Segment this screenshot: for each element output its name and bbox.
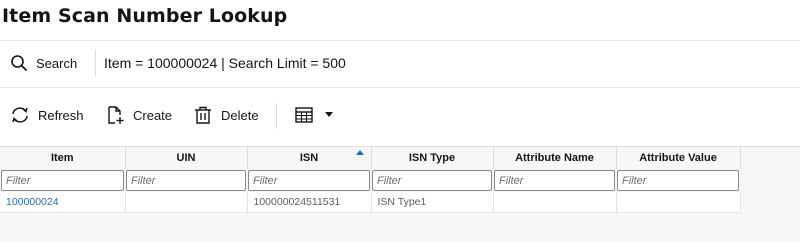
view-menu-button[interactable] bbox=[294, 103, 334, 127]
delete-icon bbox=[195, 106, 211, 124]
refresh-icon bbox=[12, 107, 28, 123]
cell-attribute-value bbox=[616, 192, 741, 213]
delete-button[interactable]: Delete bbox=[193, 103, 259, 127]
sort-ascending-icon[interactable] bbox=[355, 150, 364, 155]
table-view-icon bbox=[295, 107, 313, 123]
results-table: Item UIN ISN ISN Type Attribute Name Att… bbox=[0, 147, 741, 213]
column-header-uin[interactable]: UIN bbox=[125, 147, 248, 169]
filter-input-attribute-name[interactable] bbox=[494, 170, 615, 191]
cell-isn-type: ISN Type1 bbox=[371, 192, 494, 213]
filter-row bbox=[0, 169, 740, 192]
column-header-isn[interactable]: ISN bbox=[247, 147, 372, 169]
toolbar: Refresh Create Delete bbox=[0, 98, 800, 134]
search-button[interactable]: Search bbox=[10, 52, 77, 74]
refresh-label: Refresh bbox=[38, 107, 84, 123]
search-criteria-summary[interactable]: Item = 100000024 | Search Limit = 500 bbox=[104, 55, 346, 71]
create-icon bbox=[108, 106, 124, 124]
results-grid: Item UIN ISN ISN Type Attribute Name Att… bbox=[0, 146, 800, 242]
table-row[interactable]: 100000024 100000024511531 ISN Type1 bbox=[0, 192, 741, 213]
search-separator bbox=[95, 50, 96, 76]
filter-input-isn[interactable] bbox=[248, 170, 370, 191]
column-header-isn-type[interactable]: ISN Type bbox=[371, 147, 494, 169]
header-divider bbox=[0, 40, 800, 41]
search-bar: Search Item = 100000024 | Search Limit =… bbox=[0, 44, 800, 82]
column-header-attribute-value[interactable]: Attribute Value bbox=[616, 147, 741, 169]
create-button[interactable]: Create bbox=[105, 103, 172, 127]
column-header-item[interactable]: Item bbox=[0, 147, 126, 169]
cell-item[interactable]: 100000024 bbox=[0, 192, 126, 213]
cell-isn: 100000024511531 bbox=[247, 192, 372, 213]
cell-uin bbox=[125, 192, 248, 213]
refresh-button[interactable]: Refresh bbox=[10, 103, 84, 127]
cell-attribute-name bbox=[493, 192, 617, 213]
filter-input-attribute-value[interactable] bbox=[617, 170, 739, 191]
header-row: Item UIN ISN ISN Type Attribute Name Att… bbox=[0, 147, 741, 169]
toolbar-separator bbox=[276, 103, 277, 129]
filter-input-uin[interactable] bbox=[126, 170, 246, 191]
delete-label: Delete bbox=[221, 107, 259, 123]
filter-input-item[interactable] bbox=[1, 170, 124, 191]
filter-input-isn-type[interactable] bbox=[372, 170, 492, 191]
column-header-attribute-name[interactable]: Attribute Name bbox=[493, 147, 617, 169]
search-button-label: Search bbox=[36, 55, 78, 71]
chevron-down-icon bbox=[325, 112, 333, 117]
page-title: Item Scan Number Lookup bbox=[2, 5, 288, 27]
create-label: Create bbox=[133, 107, 173, 123]
search-divider bbox=[0, 87, 800, 88]
search-icon bbox=[11, 55, 27, 71]
